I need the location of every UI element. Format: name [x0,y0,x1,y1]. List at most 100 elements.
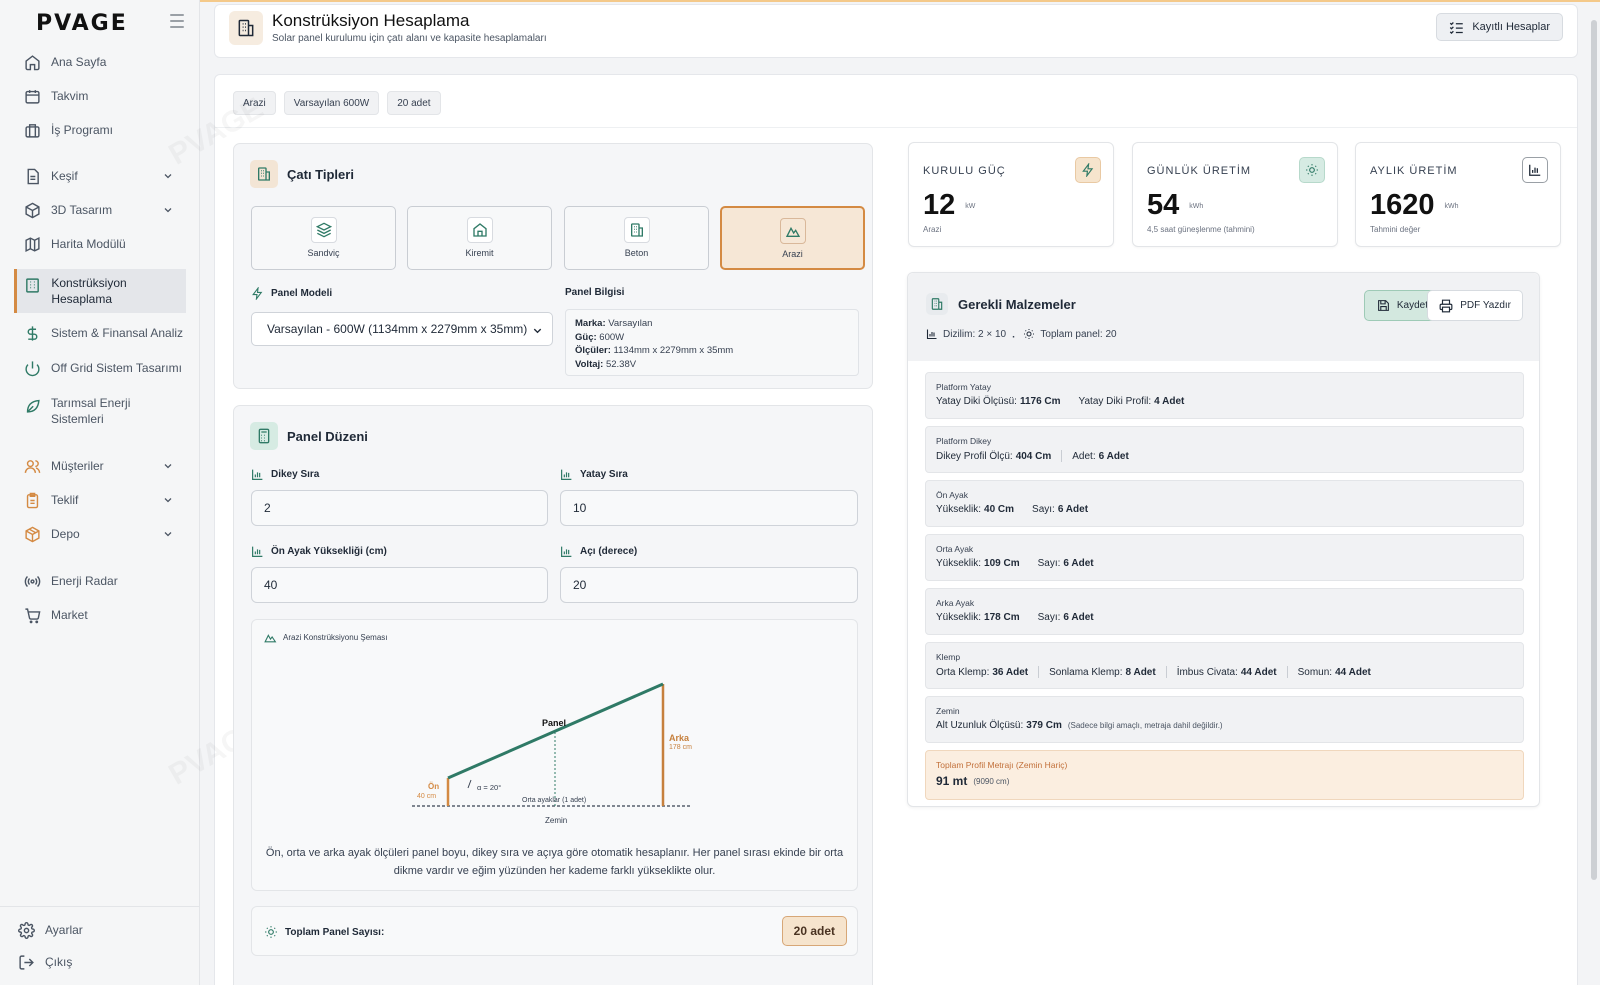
materials-title: Gerekli Malzemeler [958,296,1076,312]
layers-icon [310,217,337,243]
material-row-klemp: Klemp Orta Klemp: 36 Adet Sonlama Klemp: 8… [925,642,1524,689]
sidebar-item-market[interactable]: Market [14,600,186,630]
sidebar-item-off-grid[interactable]: Off Grid Sistem Tasarımı [14,353,186,383]
print-pdf-button[interactable]: PDF Yazdır [1427,290,1523,321]
bar-chart-icon [926,329,937,340]
users-icon [22,456,42,476]
chevron-down-icon [162,204,174,219]
saved-calculations-button[interactable]: Kayıtlı Hesaplar [1436,13,1563,41]
building-icon [23,275,42,295]
front-leg-height: 40 cm [417,793,437,800]
bar-chart-icon [561,546,572,557]
calculator-icon [250,422,278,450]
chip-panel-model: Varsayılan 600W [283,91,380,115]
sidebar-item-ayarlar[interactable]: Ayarlar [8,915,180,945]
document-icon [22,166,42,186]
total-panels-text: Toplam panel: 20 [1040,328,1117,340]
sidebar-item-tarimsal-enerji[interactable]: Tarımsal Enerji Sistemleri [14,391,186,431]
material-row-orta-ayak: Orta Ayak Yükseklik: 109 Cm Sayı: 6 Adet [925,534,1524,581]
house-icon [466,217,493,243]
angle-mark [467,779,472,789]
sidebar-item-teklif[interactable]: Teklif [14,485,186,515]
radar-icon [22,571,42,591]
bar-chart-icon [252,469,263,480]
total-panels-badge: 20 adet [781,916,847,946]
material-row-total: Toplam Profil Metrajı (Zemin Hariç) 91 m… [925,750,1524,800]
dollar-icon [22,323,42,343]
building-icon [229,11,263,45]
sun-icon [1024,329,1035,339]
home-icon [22,52,42,72]
roof-option-sandvic[interactable]: Sandviç [251,206,396,270]
building-icon [623,217,650,243]
sidebar-item-3d-tasarim[interactable]: 3D Tasarım [14,195,186,225]
power-icon [22,358,42,378]
building-icon [250,160,278,188]
sidebar-item-is-programi[interactable]: İş Programı [14,115,186,145]
sidebar-item-takvim[interactable]: Takvim [14,81,186,111]
panel-model-select[interactable]: Varsayılan - 600W (1134mm x 2279mm x 35m… [251,312,553,346]
sidebar-item-ana-sayfa[interactable]: Ana Sayfa [14,47,186,77]
separator-dot: · [1012,331,1016,343]
bar-chart-icon [1522,157,1548,183]
chevron-down-icon [532,325,543,339]
panel-line [447,682,664,780]
logo: PVAGE [36,11,128,36]
bolt-icon [252,287,263,300]
briefcase-icon [22,120,42,140]
sidebar: PVAGE Ana Sayfa Takvim İş Programı Keşif… [0,0,200,985]
save-icon [1377,300,1389,311]
total-panels-bar: Toplam Panel Sayısı: 20 adet [251,906,858,956]
diagram-note: Ön, orta ve arka ayak ölçüleri panel boy… [265,847,844,877]
sidebar-item-cikis[interactable]: Çıkış [8,947,180,977]
material-row-platform-dikey: Platform Dikey Dikey Profil Ölçü: 404 Cm … [925,426,1524,473]
middle-legs-text: Orta ayaklar (1 adet) [522,797,587,804]
sidebar-item-sistem-finansal[interactable]: Sistem & Finansal Analiz [14,318,186,348]
chip-roof-type: Arazi [233,91,276,115]
logout-icon [16,952,36,972]
bolt-icon [1075,157,1101,183]
chevron-down-icon [162,528,174,543]
sidebar-item-depo[interactable]: Depo [14,519,186,549]
material-row-zemin: Zemin Alt Uzunluk Ölçüsü: 379 Cm (Sadece … [925,696,1524,743]
page-header: Konstrüksiyon Hesaplama Solar panel kuru… [214,4,1578,58]
roof-types-panel: Çatı Tipleri Sandviç Kiremit Beton Arazi… [233,143,873,389]
sidebar-item-konstruksiyon[interactable]: Konstrüksiyon Hesaplama [14,269,186,313]
chip-panel-count: 20 adet [387,91,441,115]
roof-option-beton[interactable]: Beton [564,206,709,270]
stat-installed-power: KURULU GÜÇ 12 kW Arazi [908,142,1114,247]
sidebar-item-enerji-radar[interactable]: Enerji Radar [14,566,186,596]
roof-option-arazi[interactable]: Arazi [720,206,865,270]
angle-input[interactable]: 20 [560,567,858,603]
construction-diagram: Arazi Konstrüksiyonu Şeması Panel Arka 1… [251,619,858,891]
sun-icon [265,926,277,938]
sun-icon [1299,157,1325,183]
front-leg-height-input[interactable]: 40 [251,567,548,603]
sidebar-item-kesif[interactable]: Keşif [14,161,186,191]
material-row-platform-yatay: Platform Yatay Yatay Diki Ölçüsü: 1176 Cm… [925,372,1524,419]
roof-option-kiremit[interactable]: Kiremit [407,206,552,270]
horizontal-rows-input[interactable]: 10 [560,490,858,526]
printer-icon [1439,299,1453,312]
panel-info-label: Panel Bilgisi [565,287,625,298]
stat-daily-production: GÜNLÜK ÜRETİM 54 kWh 4,5 saat güneşlenme … [1132,142,1338,247]
stat-monthly-production: AYLIK ÜRETİM 1620 kWh Tahmini değer [1355,142,1561,247]
vertical-rows-input[interactable]: 2 [251,490,548,526]
panel-text: Panel [542,718,567,728]
materials-card: Gerekli Malzemeler Dizilim: 2 × 10 · Top… [907,272,1540,807]
page-scrollbar[interactable] [1591,20,1597,880]
sidebar-item-musteriler[interactable]: Müşteriler [14,451,186,481]
menu-toggle-icon[interactable] [170,14,184,28]
panel-info-box: Marka: Varsayılan Güç: 600W Ölçüler: 113… [565,309,859,376]
building-icon [926,293,948,315]
panel-model-label: Panel Modeli [271,288,333,299]
bar-chart-icon [561,469,572,480]
page-subtitle: Solar panel kurulumu için çatı alanı ve … [272,33,547,44]
sidebar-divider [0,906,200,907]
cart-icon [22,605,42,625]
section-title: Panel Düzeni [287,428,368,444]
leaf-icon [22,395,42,415]
back-leg-label: Arka [669,733,690,743]
sidebar-item-harita-modulu[interactable]: Harita Modülü [14,229,186,259]
cube-icon [22,200,42,220]
